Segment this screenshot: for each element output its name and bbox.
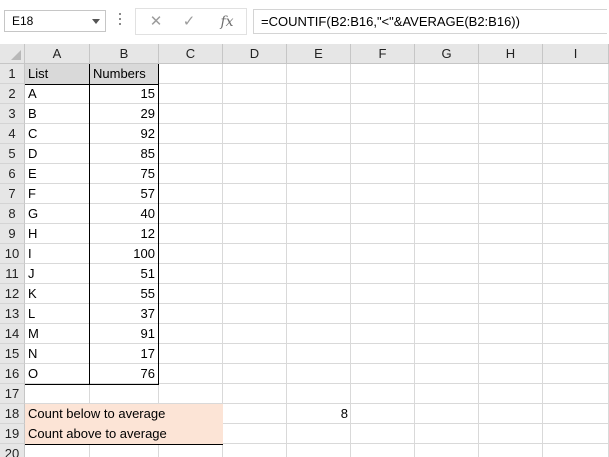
cell-b10[interactable]: 100	[90, 244, 158, 264]
cell-b2[interactable]: 15	[90, 84, 158, 104]
cell-a11[interactable]: J	[25, 264, 89, 284]
check-icon[interactable]: ✓	[177, 12, 201, 32]
column-header-g[interactable]: G	[415, 44, 479, 64]
cell-b14[interactable]: 91	[90, 324, 158, 344]
cell-b5[interactable]: 85	[90, 144, 158, 164]
row-header-20[interactable]: 20	[0, 444, 25, 457]
row-header-9[interactable]: 9	[0, 224, 25, 244]
cancel-icon[interactable]: ✕	[144, 12, 168, 32]
insert-function-icon[interactable]: fx	[215, 12, 239, 32]
formula-text: =COUNTIF(B2:B16,"<"&AVERAGE(B2:B16))	[261, 14, 520, 29]
row-header-19[interactable]: 19	[0, 424, 25, 444]
row-header-11[interactable]: 11	[0, 264, 25, 284]
row-header-2[interactable]: 2	[0, 84, 25, 104]
name-box-value: E18	[12, 14, 34, 28]
row-header-12[interactable]: 12	[0, 284, 25, 304]
cell-b16[interactable]: 76	[90, 364, 158, 384]
row-header-16[interactable]: 16	[0, 364, 25, 384]
cell-b8[interactable]: 40	[90, 204, 158, 224]
cell-b1[interactable]: Numbers	[90, 64, 158, 84]
row-header-8[interactable]: 8	[0, 204, 25, 224]
row-header-13[interactable]: 13	[0, 304, 25, 324]
cell-b7[interactable]: 57	[90, 184, 158, 204]
column-header-c[interactable]: C	[159, 44, 223, 64]
row-header-4[interactable]: 4	[0, 124, 25, 144]
cell-b11[interactable]: 51	[90, 264, 158, 284]
column-header-a[interactable]: A	[25, 44, 90, 64]
cell-b9[interactable]: 12	[90, 224, 158, 244]
cell-a4[interactable]: C	[25, 124, 89, 144]
cell-a9[interactable]: H	[25, 224, 89, 244]
row-header-17[interactable]: 17	[0, 384, 25, 404]
column-header-e[interactable]: E	[287, 44, 351, 64]
more-vertical-icon[interactable]	[119, 13, 122, 29]
cell-b6[interactable]: 75	[90, 164, 158, 184]
cell-a5[interactable]: D	[25, 144, 89, 164]
cell-a10[interactable]: I	[25, 244, 89, 264]
cell-a13[interactable]: L	[25, 304, 89, 324]
row-header-1[interactable]: 1	[0, 64, 25, 84]
row-header-10[interactable]: 10	[0, 244, 25, 264]
row-header-18[interactable]: 18	[0, 404, 25, 424]
cell-b3[interactable]: 29	[90, 104, 158, 124]
cell-a6[interactable]: E	[25, 164, 89, 184]
cell-a16[interactable]: O	[25, 364, 89, 384]
cell-b4[interactable]: 92	[90, 124, 158, 144]
formula-bar-row: E18 ✕ ✓ fx =COUNTIF(B2:B16,"<"&AVERAGE(B…	[0, 0, 609, 44]
cell-a14[interactable]: M	[25, 324, 89, 344]
column-header-i[interactable]: I	[543, 44, 609, 64]
spreadsheet-grid[interactable]: A B C D E F G H I 1 2 3 4 5 6 7 8 9 10 11 12 13 14 15 16 17 18 19 20…	[0, 44, 609, 457]
cell-b12[interactable]: 55	[90, 284, 158, 304]
column-header-b[interactable]: B	[90, 44, 159, 64]
cell-a8[interactable]: G	[25, 204, 89, 224]
cell-a19[interactable]: Count above to average	[25, 424, 223, 444]
cell-a12[interactable]: K	[25, 284, 89, 304]
cell-a2[interactable]: A	[25, 84, 89, 104]
column-header-h[interactable]: H	[479, 44, 543, 64]
row-header-14[interactable]: 14	[0, 324, 25, 344]
row-header-5[interactable]: 5	[0, 144, 25, 164]
column-header-d[interactable]: D	[223, 44, 287, 64]
row-header-15[interactable]: 15	[0, 344, 25, 364]
cell-a1[interactable]: List	[25, 64, 89, 84]
cell-a18[interactable]: Count below to average	[25, 404, 223, 424]
cell-b13[interactable]: 37	[90, 304, 158, 324]
cell-a15[interactable]: N	[25, 344, 89, 364]
cell-e18[interactable]: 8	[287, 404, 351, 424]
name-box[interactable]: E18	[4, 10, 106, 32]
row-header-6[interactable]: 6	[0, 164, 25, 184]
cell-a7[interactable]: F	[25, 184, 89, 204]
row-header-3[interactable]: 3	[0, 104, 25, 124]
cell-a3[interactable]: B	[25, 104, 89, 124]
chevron-down-icon[interactable]	[92, 19, 100, 24]
select-all-corner[interactable]	[0, 44, 25, 64]
row-header-7[interactable]: 7	[0, 184, 25, 204]
cell-b15[interactable]: 17	[90, 344, 158, 364]
highlight-underline	[25, 444, 223, 445]
formula-buttons: ✕ ✓ fx	[135, 8, 247, 35]
formula-input[interactable]: =COUNTIF(B2:B16,"<"&AVERAGE(B2:B16))	[253, 9, 607, 34]
column-header-f[interactable]: F	[351, 44, 415, 64]
